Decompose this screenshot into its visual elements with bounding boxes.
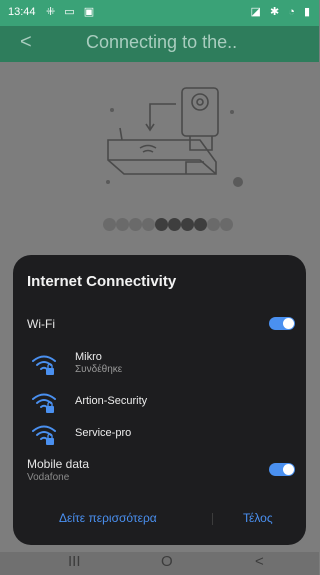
network-name: Artion-Security — [75, 395, 148, 407]
network-name: Mikro — [75, 351, 102, 363]
network-item-service-pro-row[interactable]: Service-pro — [31, 421, 291, 451]
progress-dots — [103, 218, 233, 234]
notification-icons: ⁜ ▭ ▣ — [46, 6, 98, 18]
recent-apps-icon[interactable]: III — [68, 553, 81, 570]
network-name: Service-pro — [75, 427, 132, 439]
home-icon[interactable]: O — [161, 553, 173, 570]
done-button[interactable]: Τέλος — [243, 511, 273, 525]
status-time: 13:44 — [8, 6, 36, 18]
progress-dot — [116, 218, 129, 231]
toggle-knob — [283, 318, 294, 329]
app-header: < Connecting to the.. — [0, 26, 319, 62]
back-arrow-icon[interactable]: < — [20, 31, 32, 54]
see-more-button[interactable]: Δείτε περισσότερα — [59, 511, 157, 525]
progress-dot-active — [155, 218, 168, 231]
mobile-data-label: Mobile data — [27, 457, 90, 471]
progress-dot — [129, 218, 142, 231]
progress-dot — [142, 218, 155, 231]
wifi-locked-icon — [32, 393, 56, 413]
mobile-carrier: Vodafone — [27, 472, 70, 483]
navigation-bar: III O < — [0, 552, 319, 575]
progress-dot — [220, 218, 233, 231]
wifi-locked-icon — [32, 355, 56, 375]
back-icon[interactable]: < — [255, 553, 264, 570]
action-divider — [212, 513, 213, 525]
wifi-label: Wi-Fi — [27, 317, 55, 331]
router-icon — [107, 139, 217, 175]
progress-dot — [103, 218, 116, 231]
network-item-artion-security[interactable]: Artion-Security — [31, 389, 291, 419]
mobile-data-toggle[interactable] — [269, 463, 295, 476]
camera-icon — [181, 87, 219, 137]
wifi-locked-icon — [32, 425, 56, 445]
system-status-icons: ◪ ✱ ◔ ▮ — [250, 6, 313, 18]
progress-dot-active — [168, 218, 181, 231]
panel-title: Internet Connectivity — [27, 273, 177, 290]
network-item-mikro[interactable]: Mikro Συνδέθηκε — [31, 351, 291, 381]
internet-connectivity-panel: Internet Connectivity Wi-Fi Mikro Συνδέθ… — [13, 255, 306, 545]
toggle-knob — [283, 464, 294, 475]
progress-dot — [207, 218, 220, 231]
status-bar: 13:44 ⁜ ▭ ▣ ◪ ✱ ◔ ▮ — [0, 0, 319, 26]
wifi-toggle[interactable] — [269, 317, 295, 330]
network-status: Συνδέθηκε — [75, 364, 123, 375]
progress-dot-active — [181, 218, 194, 231]
page-title: Connecting to the.. — [86, 32, 238, 52]
progress-dot-active — [194, 218, 207, 231]
